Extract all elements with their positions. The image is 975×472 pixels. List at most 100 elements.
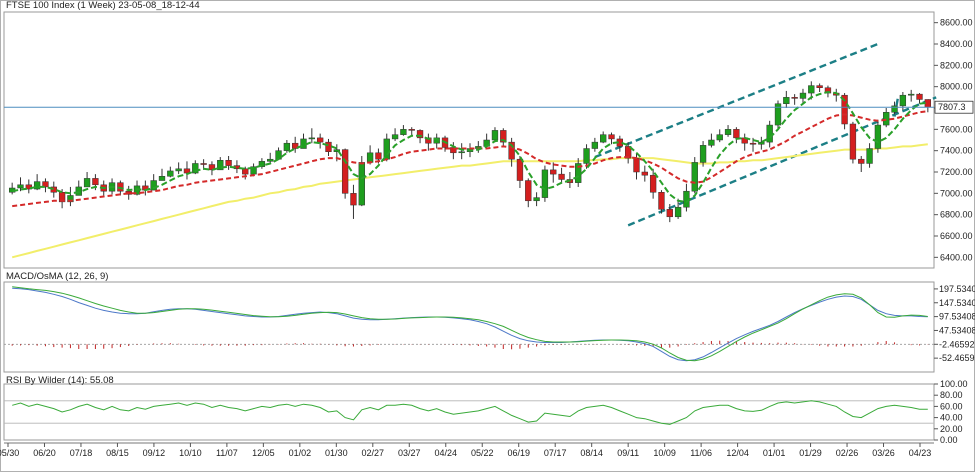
- x-tick-label: 01/01: [763, 448, 786, 458]
- candle-body: [899, 94, 907, 107]
- candle-body: [716, 134, 723, 141]
- price-panel-frame: [3, 11, 935, 269]
- x-tick-label: 12/05: [252, 448, 275, 458]
- candle-body: [167, 170, 174, 177]
- candle-body: [758, 141, 765, 145]
- price-y-tick-label: 7000.00: [940, 188, 973, 198]
- candle-body: [275, 150, 282, 160]
- x-tick-label: 08/15: [106, 448, 129, 458]
- x-tick-label: 04/24: [434, 448, 457, 458]
- candle-body: [916, 93, 923, 100]
- candle-body: [341, 149, 349, 194]
- candle-body: [908, 93, 915, 96]
- candle-body: [17, 184, 24, 189]
- candle-body: [358, 162, 365, 206]
- x-tick-label: 08/14: [580, 448, 603, 458]
- candle-body: [749, 142, 757, 145]
- candle-body: [267, 158, 274, 162]
- x-tick-label: 12/04: [726, 448, 749, 458]
- candle-body: [591, 141, 599, 149]
- candle-body: [391, 134, 399, 140]
- candle-body: [558, 173, 565, 180]
- macd-y-tick-label: -52.46592: [939, 353, 975, 363]
- x-tick-label: 11/06: [690, 448, 712, 458]
- current-price-label: 7807.3: [938, 102, 966, 112]
- x-tick-label: 06/19: [507, 448, 530, 458]
- x-tick-label: 06/20: [33, 448, 56, 458]
- candle-body: [400, 129, 407, 135]
- candle-body: [766, 124, 773, 143]
- x-tick-label: 09/11: [617, 448, 639, 458]
- candle-body: [325, 141, 332, 152]
- candle-body: [283, 142, 291, 151]
- price-y-tick-label: 7600.00: [940, 124, 973, 134]
- candle-body: [516, 158, 524, 181]
- candle-body: [649, 174, 657, 193]
- candle-body: [799, 92, 807, 99]
- x-tick-label: 09/12: [143, 448, 166, 458]
- candle-body: [458, 151, 465, 154]
- candle-body: [200, 163, 207, 165]
- candle-body: [533, 197, 540, 202]
- candle-body: [75, 186, 82, 196]
- candle-body: [541, 169, 549, 198]
- candle-body: [383, 138, 390, 160]
- candle-body: [666, 209, 673, 218]
- x-tick-label: 11/07: [216, 448, 238, 458]
- rsi-y-tick-label: 80.00: [940, 390, 963, 400]
- candle-body: [175, 168, 182, 172]
- price-y-tick-label: 8600.00: [940, 18, 973, 28]
- macd-y-tick-label: -2.46592: [939, 339, 975, 349]
- candle-body: [408, 129, 415, 131]
- candle-body: [550, 169, 557, 175]
- x-tick-label: 05/30: [0, 448, 19, 458]
- macd-y-tick-label: 147.53408: [939, 298, 975, 308]
- price-y-tick-label: 7400.00: [940, 146, 973, 156]
- rsi-panel-title: RSI By Wilder (14): 55.08: [6, 375, 114, 386]
- candle-body: [366, 152, 374, 163]
- price-y-tick-label: 8400.00: [940, 39, 973, 49]
- candle-body: [158, 176, 166, 181]
- candle-body: [641, 171, 648, 176]
- price-y-tick-label: 6400.00: [940, 252, 973, 262]
- x-tick-label: 01/29: [799, 448, 822, 458]
- candle-body: [808, 85, 815, 94]
- candle-body: [308, 137, 316, 140]
- rsi-y-tick-label: 20.00: [940, 424, 963, 434]
- candle-body: [816, 85, 823, 88]
- rsi-y-tick-label: 0.00: [940, 435, 958, 445]
- price-y-tick-label: 6800.00: [940, 210, 973, 220]
- macd-y-tick-label: 197.53408: [939, 284, 975, 294]
- candle-body: [316, 137, 324, 143]
- candle-body: [242, 168, 249, 175]
- candle-body: [350, 193, 357, 206]
- candle-body: [600, 134, 607, 143]
- candle-body: [491, 130, 499, 141]
- price-y-tick-label: 8200.00: [940, 60, 973, 70]
- x-tick-label: 04/23: [909, 448, 932, 458]
- candle-body: [849, 123, 857, 160]
- candle-body: [874, 124, 882, 149]
- candle-body: [525, 180, 532, 202]
- candle-body: [83, 178, 91, 188]
- candle-body: [708, 139, 715, 146]
- x-tick-label: 07/17: [544, 448, 567, 458]
- candle-body: [674, 206, 682, 218]
- candle-body: [783, 97, 790, 104]
- candle-body: [858, 158, 865, 164]
- candle-body: [866, 148, 873, 164]
- candle-body: [608, 134, 615, 140]
- x-tick-label: 05/22: [471, 448, 494, 458]
- candle-body: [924, 99, 932, 108]
- rsi-y-tick-label: 40.00: [940, 413, 963, 423]
- candle-body: [583, 148, 590, 164]
- macd-y-tick-label: 97.53408: [939, 312, 975, 322]
- candle-body: [733, 129, 740, 139]
- chart-window: 8600.008400.008200.008000.007800.007600.…: [0, 0, 975, 472]
- rsi-y-tick-label: 60.00: [940, 401, 963, 411]
- x-tick-label: 10/09: [653, 448, 676, 458]
- candle-body: [633, 157, 640, 173]
- price-y-tick-label: 6600.00: [940, 231, 973, 241]
- x-tick-label: 02/26: [836, 448, 859, 458]
- macd-panel-title: MACD/OsMA (12, 26, 9): [6, 271, 108, 282]
